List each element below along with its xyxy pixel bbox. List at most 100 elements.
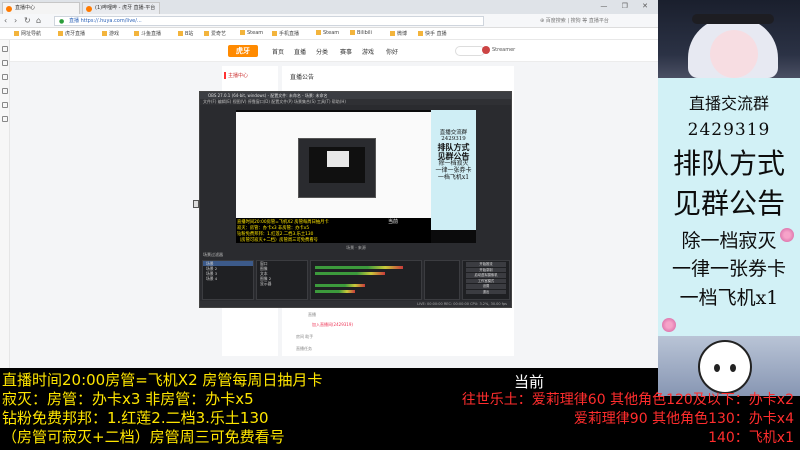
bookmark-item[interactable]: B站 — [178, 30, 193, 37]
lock-icon: ● — [59, 18, 65, 25]
folder-icon — [272, 31, 277, 36]
obs-preview-toolbar: 场景 · 来源 — [346, 245, 366, 250]
site-logo[interactable]: 虎牙 — [228, 45, 258, 57]
obs-window: OBS 27.0.1 (64-bit, windows) - 配置文件: 未命名… — [199, 91, 512, 308]
back-icon[interactable]: ‹ — [4, 16, 7, 26]
exit-button[interactable]: 退出 — [466, 289, 506, 294]
preview-notice: 直播交流群 2429319 排队方式 见群公告 除一档寂灭 一律一张券卡 一档飞… — [431, 110, 476, 230]
studio-mode-button[interactable]: 工作室模式 — [466, 278, 506, 283]
site-header: 虎牙 首页 直播 分类 赛事 游戏 你好 Streamer — [10, 40, 658, 62]
bookmark-item[interactable]: 快手 直播 — [418, 30, 447, 37]
current-label: 当前 — [514, 373, 545, 391]
anime-character-bottom — [658, 336, 800, 396]
search-engine-box[interactable]: ⊕ 百度搜索 | 搜狗 等 直播平台 — [540, 17, 609, 24]
obs-menu-bar[interactable]: 文件(F) 编辑(E) 视图(V) 停靠窗口(D) 配置文件(P) 场景集合(S… — [200, 99, 511, 105]
preview-nested-frame — [327, 151, 349, 167]
bookmark-item[interactable]: 微博 — [390, 30, 407, 37]
audio-mixer-dock — [310, 260, 422, 300]
notes-icon[interactable] — [2, 88, 8, 94]
user-name[interactable]: Streamer — [492, 47, 515, 53]
folder-icon — [58, 31, 63, 36]
preview-notice-text: 直播交流群 2429319 排队方式 见群公告 除一档寂灭 一律一张券卡 一档飞… — [431, 130, 476, 182]
schedule-line: 直播时间20:00房管=飞机X2 房管每周日抽月卡 — [2, 371, 323, 389]
chibi-character — [698, 340, 752, 394]
settings-button[interactable]: 设置 — [466, 284, 506, 289]
audio-meter — [315, 266, 403, 269]
url-input[interactable]: ● 直播 https://.huya.com/live/... — [54, 16, 484, 26]
bookmark-item[interactable]: Bilibili — [350, 30, 372, 36]
start-recording-button[interactable]: 开始录制 — [466, 267, 506, 272]
flower-icon — [662, 318, 676, 332]
start-streaming-button[interactable]: 开始推流 — [466, 262, 506, 267]
bookmark-item[interactable]: 游戏 — [102, 30, 119, 37]
address-bar: ‹ › ↻ ⌂ ● 直播 https://.huya.com/live/... ⊕… — [0, 14, 658, 28]
folder-icon — [102, 31, 107, 36]
folder-icon — [14, 31, 19, 36]
flower-icon — [780, 228, 794, 242]
price-line: 140：飞机x1 — [708, 430, 794, 446]
preview-overlay-line: （房管可寂灭+二档）房管周三可免费看号 — [237, 238, 318, 243]
bookmark-item[interactable]: 手机直播 — [272, 30, 299, 37]
preview-nested-obs — [298, 138, 376, 198]
home-icon[interactable]: ⌂ — [36, 16, 41, 26]
folder-icon — [204, 31, 209, 36]
source-item[interactable]: 显示器 — [257, 281, 307, 286]
favorites-icon[interactable] — [2, 46, 8, 52]
scene-item[interactable]: 场景 4 — [203, 276, 253, 281]
price-line: 往世乐土：爱莉理律60 其他角色120及以下：办卡x2 — [461, 392, 794, 408]
tab-bar: 直播中心 (1)哔哩哔 - 虎牙 直播·平台 — ❐ ✕ — [0, 0, 658, 14]
folder-icon — [350, 30, 355, 35]
folder-icon — [240, 30, 245, 35]
character-face — [710, 30, 758, 78]
folder-icon — [134, 31, 139, 36]
notice-see-group: 见群公告 — [672, 187, 785, 220]
huya-favicon-icon — [6, 6, 12, 12]
nav-home[interactable]: 首页 — [272, 47, 284, 56]
tab-label: (1)哔哩哔 - 虎牙 直播·平台 — [95, 5, 156, 11]
nav-hello[interactable]: 你好 — [386, 47, 398, 56]
form-label: 直播任务 — [296, 346, 312, 351]
notice-overlay-panel: 直播交流群 2429319 排队方式 见群公告 除一档寂灭 一律一张券卡 一档飞… — [658, 0, 800, 450]
nav-events[interactable]: 赛事 — [340, 47, 352, 56]
history-icon[interactable] — [2, 60, 8, 66]
settings-icon[interactable] — [2, 116, 8, 122]
bookmark-item[interactable]: 斗鱼直播 — [134, 30, 161, 37]
bookmark-item[interactable]: 虎牙直播 — [58, 30, 85, 37]
browser-side-rail — [0, 40, 10, 368]
tab-label: 直播中心 — [15, 5, 36, 11]
tools-icon[interactable] — [2, 102, 8, 108]
avatar[interactable] — [482, 46, 490, 54]
notice-group-title: 直播交流群 — [688, 94, 769, 113]
bookmark-item[interactable]: Steam — [316, 30, 339, 36]
browser-window: 直播中心 (1)哔哩哔 - 虎牙 直播·平台 — ❐ ✕ ‹ › ↻ ⌂ ● 直播… — [0, 0, 658, 368]
obs-docks: 场景过滤器 场景 场景 2 场景 3 场景 4 窗口 图像 文本 图像 2 显示… — [200, 252, 511, 302]
nav-live[interactable]: 直播 — [294, 47, 306, 56]
audio-meter — [315, 272, 385, 275]
bookmark-item[interactable]: Steam — [240, 30, 263, 36]
download-icon[interactable] — [2, 74, 8, 80]
anime-character-top — [658, 0, 800, 78]
preview-nested-canvas — [309, 147, 365, 183]
audio-meter — [315, 284, 365, 287]
window-controls[interactable]: — ❐ ✕ — [600, 2, 654, 10]
notice-group-number: 2429319 — [687, 120, 771, 140]
obs-preview[interactable]: 直播交流群 2429319 排队方式 见群公告 除一档寂灭 一律一张券卡 一档飞… — [236, 110, 476, 243]
notice-rule-3: 一档飞机x1 — [679, 287, 779, 309]
bookmark-item[interactable]: 爱奇艺 — [204, 30, 226, 37]
nav-games[interactable]: 游戏 — [362, 47, 374, 56]
form-label: 直播 — [308, 312, 316, 317]
notice-rule-1: 除一档寂灭 — [681, 230, 777, 252]
forward-icon[interactable]: › — [14, 16, 17, 26]
group-link[interactable]: 加入直播间(2429319) — [312, 322, 353, 328]
obs-title-bar[interactable]: OBS 27.0.1 (64-bit, windows) - 配置文件: 未命名… — [200, 92, 511, 99]
refresh-icon[interactable]: ↻ — [24, 16, 31, 26]
header-search-box[interactable] — [455, 46, 485, 56]
nav-category[interactable]: 分类 — [316, 47, 328, 56]
bookmark-item[interactable]: 网址导航 — [14, 30, 41, 37]
tab-live-center[interactable]: 直播中心 — [2, 2, 80, 14]
virtual-camera-button[interactable]: 启动虚拟摄像机 — [466, 273, 506, 278]
chibi-eye — [714, 364, 720, 372]
side-menu-title[interactable]: 主播中心 — [223, 72, 248, 79]
tab-second[interactable]: (1)哔哩哔 - 虎牙 直播·平台 — [82, 2, 160, 14]
price-line: 爱莉理律90 其他角色130：办卡x4 — [573, 411, 794, 427]
